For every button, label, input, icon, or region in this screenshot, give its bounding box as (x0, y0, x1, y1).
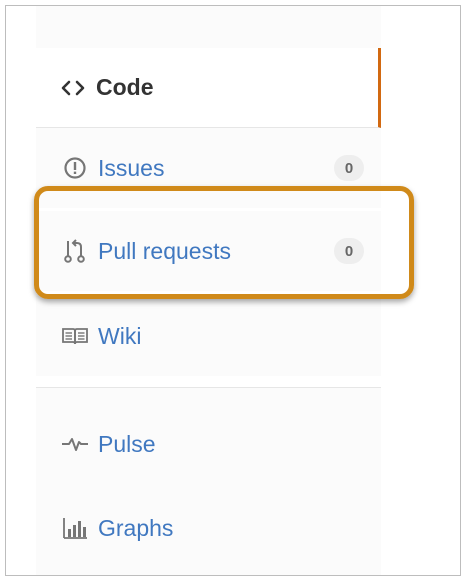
nav-item-pulse[interactable]: Pulse (36, 404, 381, 484)
issue-opened-icon (61, 154, 89, 182)
nav-item-wiki[interactable]: Wiki (36, 296, 381, 376)
graph-icon (61, 514, 89, 542)
nav-item-code-label: Code (96, 74, 154, 100)
nav-item-code[interactable]: Code (36, 48, 381, 128)
nav-item-pull-requests[interactable]: Pull requests 0 (36, 211, 381, 291)
nav-item-graphs-label: Graphs (98, 514, 174, 541)
screenshot-frame: Code Issues 0 Pull requests 0 Wiki Pulse… (5, 5, 461, 576)
git-pull-request-icon (61, 237, 89, 265)
code-icon (59, 74, 87, 102)
nav-item-graphs[interactable]: Graphs (36, 488, 381, 568)
book-icon (61, 322, 89, 350)
nav-item-issues[interactable]: Issues 0 (36, 128, 381, 208)
pulse-icon (61, 430, 89, 458)
nav-item-issues-label: Issues (98, 154, 165, 181)
pull-requests-counter: 0 (334, 238, 364, 264)
nav-top-cap (36, 6, 381, 49)
nav-item-wiki-label: Wiki (98, 322, 142, 349)
nav-item-pulse-label: Pulse (98, 430, 156, 457)
repo-nav-sidebar: Code Issues 0 Pull requests 0 Wiki Pulse… (36, 6, 381, 575)
nav-item-pull-requests-label: Pull requests (98, 237, 231, 264)
issues-counter: 0 (334, 155, 364, 181)
